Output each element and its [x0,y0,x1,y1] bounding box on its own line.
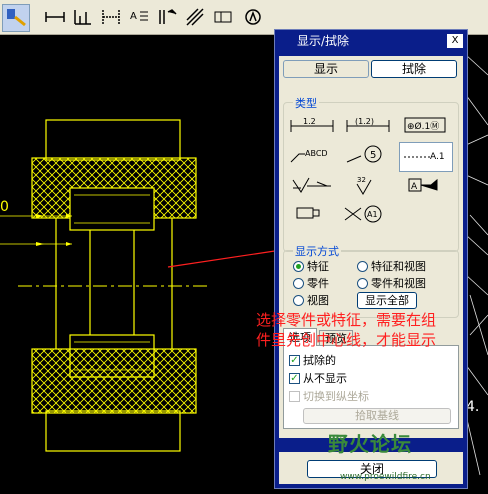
checkbox-erased-box[interactable]: ✓ [289,354,300,366]
datum-target-icon[interactable]: A.1 [399,142,453,172]
show-erase-dialog: 显示/拭除 X 显示 拭除 类型 1.2 (1.2) ⊕Ø.1Ⓜ ABCD 5 [274,29,468,489]
right-mark-text: 4. [466,399,479,415]
show-all-button[interactable]: 显示全部 [357,292,417,309]
svg-text:⊕Ø.1Ⓜ: ⊕Ø.1Ⓜ [407,121,439,132]
svg-text:A: A [130,11,137,22]
watermark-url: www.proewildfire.cn [340,472,431,482]
ref-dim-tool-icon[interactable] [98,4,124,30]
checkbox-switch-to-ordinate-box [289,390,300,402]
datum-plane-tag-icon[interactable]: A [399,174,451,198]
drawing-canvas[interactable]: 0 4. 显示/拭除 X 显示 拭除 类型 1.2 (1.2) ⊕Ø.1Ⓜ AB… [0,29,488,494]
svg-text:ABCD: ABCD [305,149,328,158]
checkbox-switch-to-ordinate: 切换到纵坐标 [289,388,369,404]
dialog-body: 显示 拭除 类型 1.2 (1.2) ⊕Ø.1Ⓜ ABCD 5 A.1 32 A… [279,56,463,484]
geometric-tolerance-icon[interactable]: ⊕Ø.1Ⓜ [399,114,451,138]
radio-part-dot[interactable] [293,277,304,289]
note-tool-icon[interactable]: A [126,4,152,30]
left-mark-text: 0 [0,199,9,215]
svg-text:A1: A1 [367,210,378,219]
radio-feature-dot[interactable] [293,260,304,272]
checkbox-never-shown-box[interactable]: ✓ [289,372,300,384]
gtol-tool-icon[interactable] [210,4,236,30]
close-icon[interactable]: X [447,34,463,48]
watermark-logo: 野火论坛 [328,432,412,456]
svg-text:5: 5 [370,150,376,161]
svg-text:1.2: 1.2 [303,117,316,126]
radio-feature-and-view[interactable]: 特征和视图 [357,258,426,274]
radio-feature-and-view-dot[interactable] [357,260,368,272]
svg-text:32: 32 [357,176,366,184]
checkbox-erased[interactable]: ✓ 拭除的 [289,352,336,368]
hatch-tool-icon[interactable] [182,4,208,30]
note-icon[interactable]: ABCD [287,144,339,168]
cosmetic-feature-icon[interactable] [287,202,339,226]
erase-button[interactable]: 拭除 [371,60,457,78]
display-mode-label: 显示方式 [293,243,341,259]
symbol-tool-icon[interactable] [240,4,266,30]
type-group-label: 类型 [293,95,319,111]
svg-text:(1.2): (1.2) [355,117,374,126]
show-button[interactable]: 显示 [283,60,369,78]
svg-text:A.1: A.1 [430,152,445,162]
annotation-text: 选择零件或特征，需要在组件里先创中心线，才能显示 [256,311,437,349]
pick-baseline-button: 拾取基线 [303,408,451,424]
symbol-icon[interactable]: 32 [343,174,395,198]
radio-view[interactable]: 视图 [293,292,329,308]
radio-feature[interactable]: 特征 [293,258,329,274]
axis-datum-icon[interactable]: A1 [343,202,395,226]
checkbox-never-shown[interactable]: ✓ 从不显示 [289,370,347,386]
ordinate-dim-tool-icon[interactable] [70,4,96,30]
cosmetic-tool-icon[interactable] [154,4,180,30]
radio-view-dot[interactable] [293,294,304,306]
balloon-icon[interactable]: 5 [343,144,395,168]
dimension-tool-icon[interactable] [42,4,68,30]
radio-part-and-view[interactable]: 零件和视图 [357,275,426,291]
radio-part-and-view-dot[interactable] [357,277,368,289]
section-view-graphic [0,119,210,452]
dimension-icon[interactable]: 1.2 [287,114,339,138]
annotation-arrow [167,248,289,268]
svg-text:A: A [411,182,418,192]
dialog-title: 显示/拭除 [275,30,467,52]
radio-part[interactable]: 零件 [293,275,329,291]
reference-dimension-icon[interactable]: (1.2) [343,114,395,138]
surface-finish-icon[interactable] [287,174,339,198]
show-erase-tool-icon[interactable] [2,4,30,32]
